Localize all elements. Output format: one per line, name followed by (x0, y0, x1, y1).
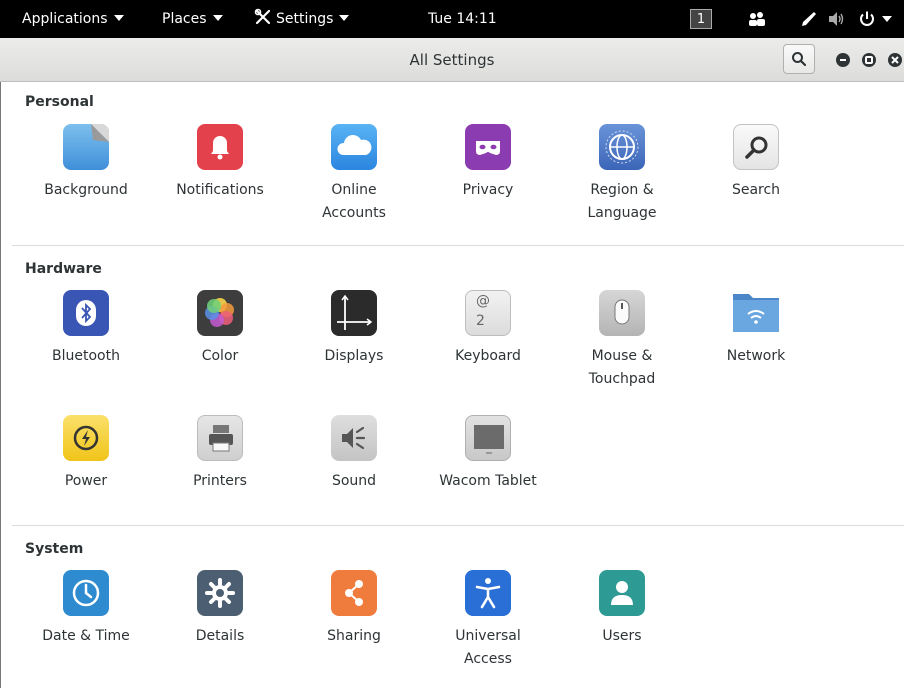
tile-notifications[interactable]: Notifications (165, 124, 275, 202)
tile-label: Privacy (462, 182, 514, 198)
maximize-icon (865, 56, 873, 64)
settings-label: Settings (276, 11, 334, 27)
mask-icon (465, 124, 511, 170)
keyboard-key-bottom: 2 (476, 313, 485, 329)
cloud-icon (331, 124, 377, 170)
tile-label: Keyboard (455, 348, 521, 364)
section-title-personal: Personal (25, 94, 94, 110)
power-bolt-icon (63, 415, 109, 461)
tile-label: Wacom Tablet (439, 473, 537, 489)
minimize-icon (840, 59, 846, 61)
search-icon (792, 52, 807, 67)
workspace-indicator[interactable]: 1 (690, 9, 712, 29)
window-border (0, 82, 1, 688)
tile-label: Color (201, 348, 239, 364)
tile-region-language[interactable]: Region & Language (567, 124, 677, 225)
gear-icon (197, 570, 243, 616)
tile-label: Online Accounts (322, 182, 386, 221)
chevron-down-icon[interactable] (882, 16, 892, 22)
clock[interactable]: Tue 14:11 (428, 0, 497, 38)
tile-online-accounts[interactable]: Online Accounts (299, 124, 409, 225)
tile-users[interactable]: Users (567, 570, 677, 648)
chevron-down-icon (339, 15, 350, 21)
close-button[interactable] (888, 53, 902, 67)
mouse-icon (599, 290, 645, 336)
pen-icon[interactable] (800, 10, 818, 28)
applications-label: Applications (22, 11, 108, 27)
search-button[interactable] (783, 44, 815, 74)
tile-label: Users (602, 628, 642, 644)
section-divider (12, 525, 904, 526)
section-divider (12, 245, 904, 246)
tile-label: Displays (324, 348, 384, 364)
clock-icon (63, 570, 109, 616)
places-menu[interactable]: Places (162, 0, 223, 38)
tablet-icon (465, 415, 511, 461)
tile-label: Background (44, 182, 128, 198)
display-icon (331, 290, 377, 336)
tile-label: Sharing (327, 628, 381, 644)
tile-label: Region & Language (587, 182, 657, 221)
tile-label: Details (195, 628, 245, 644)
bell-icon (197, 124, 243, 170)
tile-label: Date & Time (42, 628, 130, 644)
tile-displays[interactable]: Displays (299, 290, 409, 368)
chevron-down-icon (113, 15, 124, 21)
volume-icon[interactable] (828, 11, 846, 27)
places-label: Places (162, 11, 207, 27)
share-icon (331, 570, 377, 616)
users-icon[interactable] (748, 11, 766, 27)
speaker-icon (331, 415, 377, 461)
tile-bluetooth[interactable]: Bluetooth (31, 290, 141, 368)
tile-power[interactable]: Power (31, 415, 141, 493)
tile-sharing[interactable]: Sharing (299, 570, 409, 648)
tile-color[interactable]: Color (165, 290, 275, 368)
tile-label: Bluetooth (52, 348, 120, 364)
background-icon (63, 124, 109, 170)
search-icon (733, 124, 779, 170)
power-icon[interactable] (858, 10, 876, 28)
tile-universal-access[interactable]: Universal Access (433, 570, 543, 671)
keyboard-key-top: @ (476, 293, 490, 309)
section-title-system: System (25, 541, 84, 557)
globe-icon (599, 124, 645, 170)
tile-network[interactable]: Network (701, 290, 811, 368)
tile-label: Network (726, 348, 786, 364)
tile-privacy[interactable]: Privacy (433, 124, 543, 202)
close-icon (891, 56, 899, 64)
window-title: All Settings (409, 51, 495, 69)
tile-label: Mouse & Touchpad (588, 348, 656, 387)
tile-details[interactable]: Details (165, 570, 275, 648)
settings-tools-icon (254, 8, 271, 25)
color-icon (197, 290, 243, 336)
minimize-button[interactable] (836, 53, 850, 67)
tile-label: Notifications (176, 182, 264, 198)
tile-printers[interactable]: Printers (165, 415, 275, 493)
header-bar: All Settings (0, 38, 904, 82)
keyboard-icon: @ 2 (465, 290, 511, 336)
tile-keyboard[interactable]: @ 2 Keyboard (433, 290, 543, 368)
network-folder-icon (733, 290, 779, 336)
top-panel: Applications Places Settings Tue 14:11 1 (0, 0, 904, 38)
tile-search[interactable]: Search (701, 124, 811, 202)
tile-label: Printers (193, 473, 247, 489)
bluetooth-icon (63, 290, 109, 336)
tile-label: Search (731, 182, 781, 198)
tile-wacom-tablet[interactable]: Wacom Tablet (433, 415, 543, 493)
maximize-button[interactable] (862, 53, 876, 67)
section-title-hardware: Hardware (25, 261, 102, 277)
accessibility-icon (465, 570, 511, 616)
tile-mouse-touchpad[interactable]: Mouse & Touchpad (567, 290, 677, 391)
user-icon (599, 570, 645, 616)
tile-label: Universal Access (455, 628, 521, 667)
tile-label: Power (64, 473, 108, 489)
applications-menu[interactable]: Applications (22, 0, 124, 38)
settings-app-menu[interactable]: Settings (254, 0, 350, 38)
printer-icon (197, 415, 243, 461)
chevron-down-icon (212, 15, 223, 21)
tile-background[interactable]: Background (31, 124, 141, 202)
tile-sound[interactable]: Sound (299, 415, 409, 493)
tile-date-time[interactable]: Date & Time (31, 570, 141, 648)
tile-label: Sound (331, 473, 377, 489)
